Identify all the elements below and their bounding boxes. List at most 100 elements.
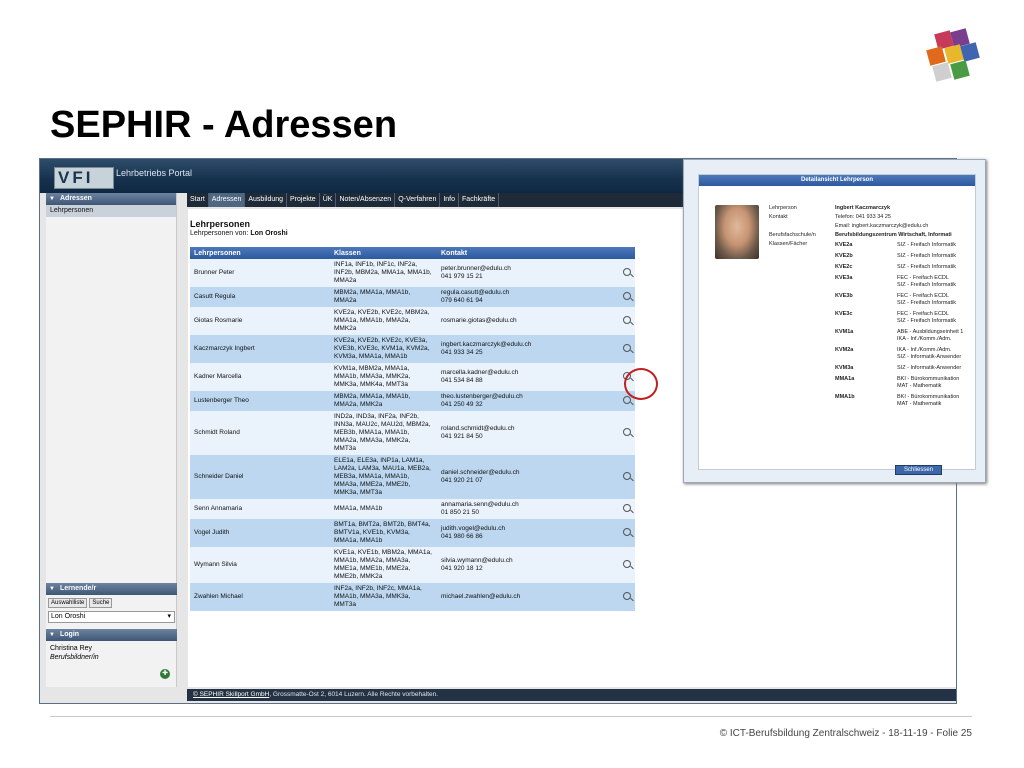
footer-rule [50,716,972,717]
magnifier-icon[interactable] [623,315,631,324]
nav-item--k[interactable]: ÜK [320,193,337,207]
nav-item-fachkr-fte[interactable]: Fachkräfte [459,193,500,207]
teacher-contact: marcella.kadner@edulu.ch 041 534 84 88 [437,363,619,391]
teacher-email[interactable]: roland.schmidt@edulu.ch [441,425,615,433]
teacher-phone: 01 850 21 50 [441,509,479,516]
teacher-contact: daniel.schneider@edulu.ch 041 920 21 07 [437,455,619,499]
popup-field-value: Email: ingbert.kaczmarczyk@edulu.ch [835,223,929,229]
teacher-name: Brunner Peter [190,259,330,287]
highlight-circle [624,368,658,400]
teacher-phone: 041 534 84 88 [441,377,483,384]
logout-icon[interactable]: ✚ [160,669,170,679]
teacher-email[interactable]: daniel.schneider@edulu.ch [441,469,615,477]
teacher-classes: BMT1a, BMT2a, BMT2b, BMT4a, BMTV1a, KVE1… [330,519,437,547]
lernende-select[interactable]: Lon Oroshi [48,611,175,623]
teacher-email[interactable]: judith.vogel@edulu.ch [441,525,615,533]
col-kontakt[interactable]: Kontakt [437,247,619,259]
popup-field: Email: ingbert.kaczmarczyk@edulu.ch [769,223,974,230]
popup-class-spacer [769,394,835,408]
magnifier-icon[interactable] [623,559,631,568]
teacher-email[interactable]: regula.casutt@edulu.ch [441,289,615,297]
teacher-classes: KVE1a, KVE1b, MBM2a, MMA1a, MMA1b, MMA2a… [330,547,437,583]
teacher-classes: KVE2a, KVE2b, KVE2c, KVE3a, KVE3b, KVE3c… [330,335,437,363]
teacher-email[interactable]: peter.brunner@edulu.ch [441,265,615,273]
teacher-photo [715,205,759,259]
tab-suche[interactable]: Suche [89,598,113,608]
close-button[interactable]: Schliessen [895,465,943,475]
table-row: Vogel Judith BMT1a, BMT2a, BMT2b, BMT4a, … [190,519,635,547]
teacher-email[interactable]: marcella.kadner@edulu.ch [441,369,615,377]
table-row: Kaczmarczyk Ingbert KVE2a, KVE2b, KVE2c, … [190,335,635,363]
popup-class-row: KVE3a FEC - Freifach ECDL SIZ - Freifach I… [769,275,974,289]
detail-popup: Detailansicht Lehrperson Lehrperson Ingbe… [683,159,986,483]
teacher-classes: KVM1a, MBM2a, MMA1a, MMA1b, MMA3a, MMK2a… [330,363,437,391]
popup-class-code: MMA1a [835,376,855,382]
teacher-classes: MBM2a, MMA1a, MMA1b, MMA2a [330,287,437,307]
popup-class-subject: ABE - Ausbildungseinheit 1 IKA - Inf./Kom… [897,329,964,342]
popup-class-code: KVE2a [835,242,853,248]
detail-cell [619,547,635,583]
magnifier-icon[interactable] [623,291,631,300]
popup-class-spacer [769,365,835,372]
magnifier-icon[interactable] [623,527,631,536]
teacher-name: Giotas Rosmarie [190,307,330,335]
footer-company-link[interactable]: © SEPHIR Skillport GmbH [193,691,269,698]
teacher-email[interactable]: rosmarie.giotas@edulu.ch [441,317,615,325]
teacher-contact: michael.zwahlen@edulu.ch [437,583,619,611]
teacher-phone: 041 933 34 25 [441,349,483,356]
teacher-email[interactable]: theo.lustenberger@edulu.ch [441,393,615,401]
nav-item-noten-absenzen[interactable]: Noten/Absenzen [336,193,396,207]
popup-class-row: KVE2b SIZ - Freifach Informatik [769,253,974,260]
teacher-name: Wymann Silvia [190,547,330,583]
content-subtitle: Lehrpersonen von: Lon Oroshi [190,230,288,237]
teacher-classes: ELE1a, ELE3a, INP1a, LAM1a, LAM2a, LAM3a… [330,455,437,499]
nav-item-info[interactable]: Info [440,193,460,207]
teacher-classes: INF2a, INF2b, INF2c, MMA1a, MMA1b, MMA3a… [330,583,437,611]
popup-class-spacer [769,275,835,289]
sidebar-lernende: Lernende/r Auswahlliste Suche Lon Oroshi [46,583,177,623]
slide-credit: © ICT-Berufsbildung Zentralschweiz - 18-… [719,728,972,739]
col-action [619,247,635,259]
magnifier-icon[interactable] [623,503,631,512]
popup-class-subject: FEC - Freifach ECDL SIZ - Freifach Inform… [897,275,956,288]
popup-class-row: KVM3a SIZ - Informatik-Anwender [769,365,974,372]
popup-class-spacer [769,311,835,325]
popup-class-spacer [769,264,835,271]
teacher-email[interactable]: michael.zwahlen@edulu.ch [441,593,615,601]
teacher-email[interactable]: ingbert.kaczmarczyk@edulu.ch [441,341,615,349]
nav-item-ausbildung[interactable]: Ausbildung [245,193,288,207]
teacher-email[interactable]: annamaria.senn@edulu.ch [441,501,615,509]
table-row: Casutt Regula MBM2a, MMA1a, MMA1b, MMA2a r… [190,287,635,307]
popup-class-row: KVM2a IKA - Inf./Komm./Adm. SIZ - Informat… [769,347,974,361]
col-lehrpersonen[interactable]: Lehrpersonen [190,247,330,259]
magnifier-icon[interactable] [623,267,631,276]
teacher-phone: 041 920 21 07 [441,477,483,484]
magnifier-icon[interactable] [623,427,631,436]
user-name: Christina Rey [50,645,93,652]
magnifier-icon[interactable] [623,343,631,352]
sidebar-head-lernende[interactable]: Lernende/r [46,583,177,595]
sidebar-login: Login Christina Rey Berufsbildner/in [46,629,177,662]
teacher-phone: 041 250 49 32 [441,401,483,408]
nav-item-start[interactable]: Start [187,193,209,207]
sidebar-head-adressen[interactable]: Adressen [46,193,176,205]
magnifier-icon[interactable] [623,471,631,480]
tab-auswahlliste[interactable]: Auswahlliste [48,598,88,608]
teacher-phone: 041 979 15 21 [441,273,483,280]
col-klassen[interactable]: Klassen [330,247,437,259]
popup-class-code: MMA1b [835,394,855,400]
popup-class-code: KVE3a [835,275,853,281]
nav-item-q-verfahren[interactable]: Q-Verfahren [395,193,441,207]
teacher-contact: ingbert.kaczmarczyk@edulu.ch 041 933 34 2… [437,335,619,363]
teacher-email[interactable]: silvia.wymann@edulu.ch [441,557,615,565]
nav-item-projekte[interactable]: Projekte [287,193,320,207]
magnifier-icon[interactable] [623,591,631,600]
detail-cell [619,307,635,335]
popup-class-code: KVM2a [835,347,854,353]
detail-cell [619,287,635,307]
sidebar-head-login[interactable]: Login [46,629,177,641]
popup-class-list: KVE2a SIZ - Freifach Informatik KVE2b SIZ -… [769,242,974,408]
detail-cell [619,519,635,547]
sidebar-item-lehrpersonen[interactable]: Lehrpersonen [46,205,176,217]
nav-item-adressen[interactable]: Adressen [208,193,246,207]
